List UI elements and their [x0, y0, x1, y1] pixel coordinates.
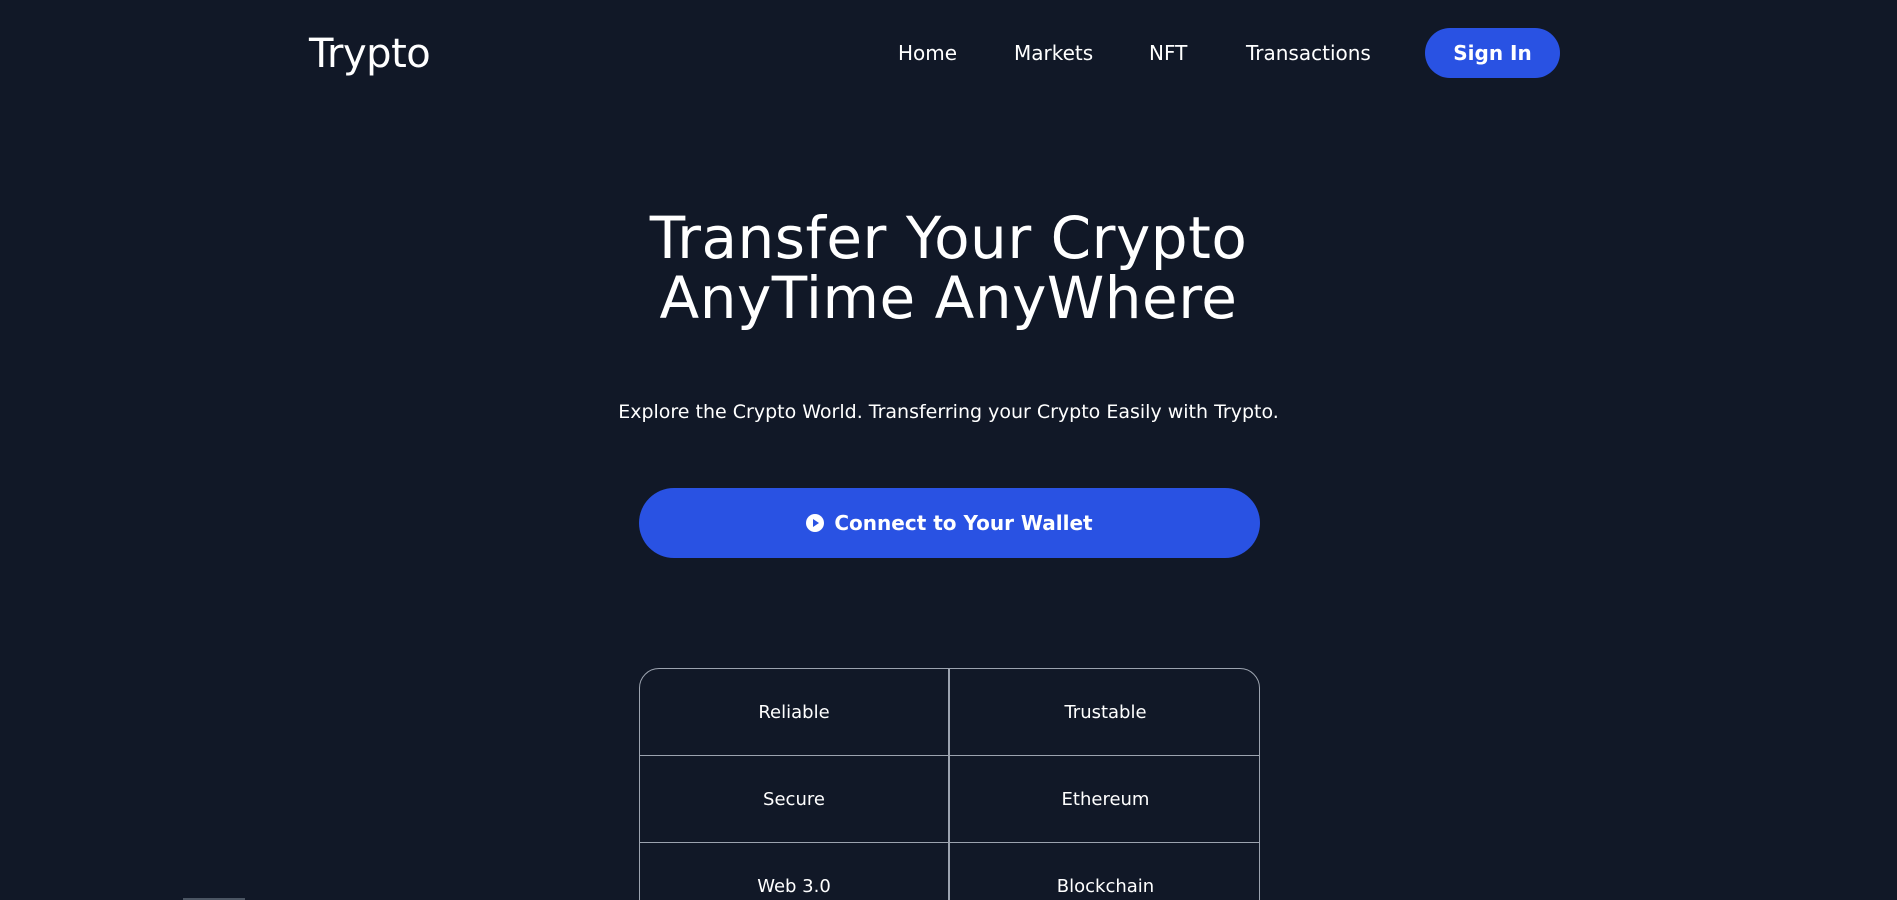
page: Trypto Home Markets NFT Transactions Sig…	[0, 0, 1897, 900]
features-grid: Reliable Trustable Secure Ethereum Web 3…	[639, 668, 1260, 900]
navbar: Trypto Home Markets NFT Transactions Sig…	[0, 0, 1897, 106]
hero-title: Transfer Your Crypto AnyTime AnyWhere	[0, 208, 1897, 328]
feature-blockchain: Blockchain	[950, 843, 1259, 900]
nav-link-nft[interactable]: NFT	[1149, 38, 1187, 68]
feature-trustable: Trustable	[950, 669, 1259, 756]
sign-in-button[interactable]: Sign In	[1425, 28, 1560, 78]
feature-web3: Web 3.0	[640, 843, 950, 900]
hero-title-line-2: AnyTime AnyWhere	[659, 264, 1238, 332]
connect-wallet-button[interactable]: Connect to Your Wallet	[639, 488, 1260, 558]
nav-links: Home Markets NFT Transactions	[0, 38, 1897, 68]
nav-link-transactions[interactable]: Transactions	[1246, 38, 1371, 68]
feature-reliable: Reliable	[640, 669, 950, 756]
hero-subtitle: Explore the Crypto World. Transferring y…	[618, 401, 1279, 423]
nav-link-home[interactable]: Home	[898, 38, 957, 68]
play-circle-icon	[806, 514, 825, 532]
feature-ethereum: Ethereum	[950, 756, 1259, 843]
hero-title-line-1: Transfer Your Crypto	[649, 204, 1248, 272]
connect-wallet-label: Connect to Your Wallet	[834, 511, 1093, 535]
nav-link-markets[interactable]: Markets	[1014, 38, 1093, 68]
feature-secure: Secure	[640, 756, 950, 843]
